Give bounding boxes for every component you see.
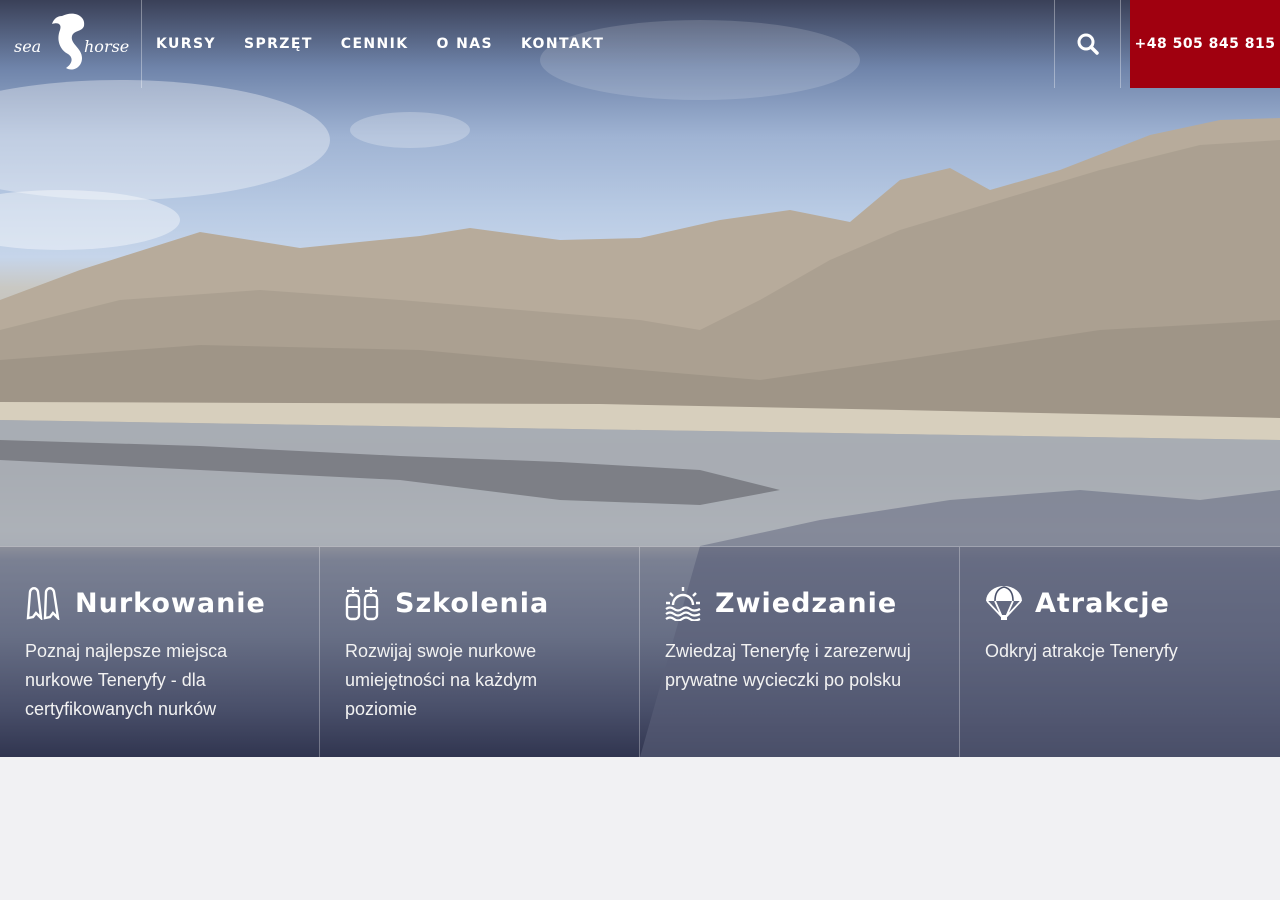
- nav-item-kursy[interactable]: KURSY: [156, 36, 216, 52]
- phone-button[interactable]: +48 505 845 815: [1130, 0, 1280, 88]
- site-logo[interactable]: sea horse: [0, 0, 142, 88]
- feature-description: Poznaj najlepsze miejsca nurkowe Teneryf…: [25, 641, 228, 719]
- feature-description: Rozwijaj swoje nurkowe umiejętności na k…: [345, 641, 538, 719]
- feature-title: Atrakcje: [1035, 587, 1170, 619]
- hero-banner: sea horse KURSY SPRZĘT CENNIK O NAS KONT…: [0, 0, 1280, 757]
- search-button[interactable]: [1054, 0, 1121, 88]
- nav-item-sprzet[interactable]: SPRZĘT: [244, 36, 313, 52]
- nav-item-o-nas[interactable]: O NAS: [437, 36, 493, 52]
- feature-atrakcje[interactable]: Atrakcje Odkryj atrakcje Teneryfy: [960, 547, 1280, 757]
- feature-szkolenia[interactable]: Szkolenia Rozwijaj swoje nurkowe umiejęt…: [320, 547, 640, 757]
- nav-item-kontakt[interactable]: KONTAKT: [521, 36, 604, 52]
- parachute-icon: [985, 584, 1023, 622]
- top-navigation-bar: sea horse KURSY SPRZĘT CENNIK O NAS KONT…: [0, 0, 1280, 88]
- main-nav: KURSY SPRZĘT CENNIK O NAS KONTAKT: [156, 0, 632, 88]
- feature-title: Zwiedzanie: [715, 587, 898, 619]
- feature-title: Szkolenia: [395, 587, 550, 619]
- feature-nurkowanie[interactable]: Nurkowanie Poznaj najlepsze miejsca nurk…: [0, 547, 320, 757]
- nav-item-cennik[interactable]: CENNIK: [341, 36, 409, 52]
- feature-tiles: Nurkowanie Poznaj najlepsze miejsca nurk…: [0, 546, 1280, 757]
- svg-text:sea: sea: [14, 37, 41, 56]
- seahorse-icon: sea horse: [14, 13, 129, 70]
- feature-title: Nurkowanie: [75, 587, 266, 619]
- sunset-waves-icon: [665, 584, 703, 622]
- search-icon: [1077, 33, 1099, 55]
- feature-zwiedzanie[interactable]: Zwiedzanie Zwiedzaj Teneryfę i zarezerwu…: [640, 547, 960, 757]
- fins-icon: [25, 584, 63, 622]
- svg-text:horse: horse: [84, 37, 129, 56]
- feature-description: Zwiedzaj Teneryfę i zarezerwuj prywatne …: [665, 641, 911, 690]
- feature-description: Odkryj atrakcje Teneryfy: [985, 641, 1178, 661]
- scuba-tanks-icon: [345, 584, 383, 622]
